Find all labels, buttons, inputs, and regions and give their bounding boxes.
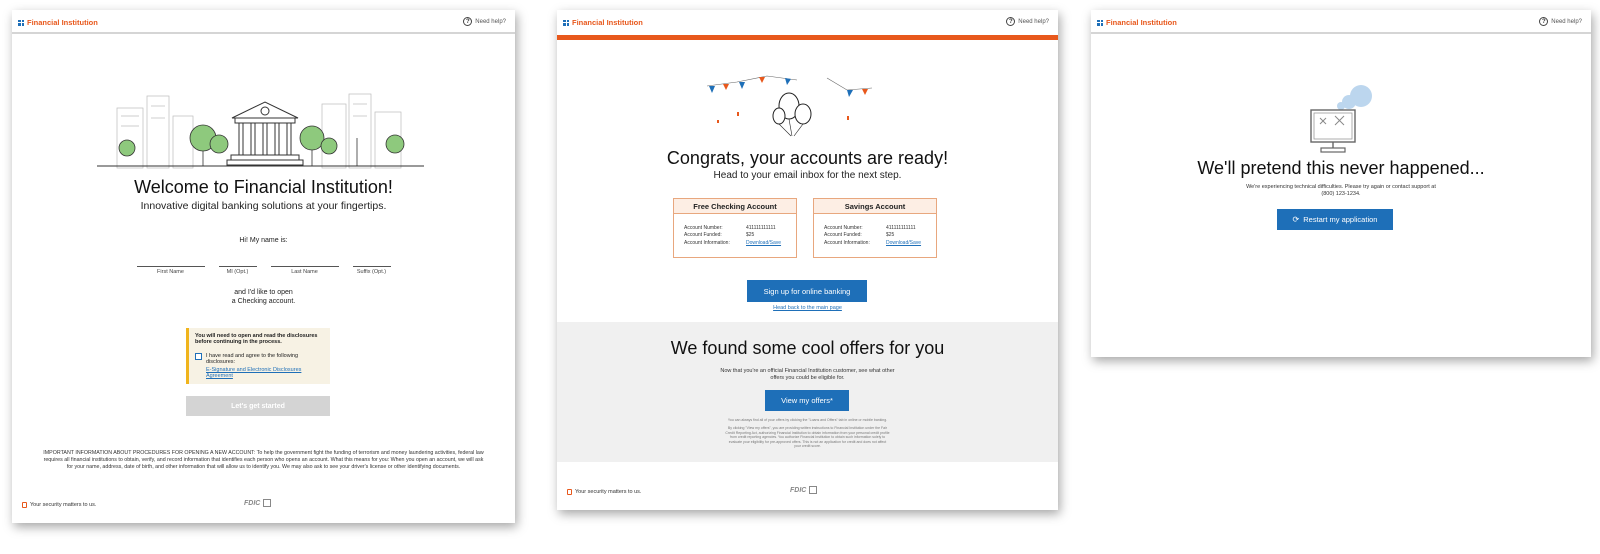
question-icon: ? xyxy=(463,17,473,26)
refresh-icon: ⟳ xyxy=(1292,215,1300,224)
account-number: 411111111111 xyxy=(886,225,916,231)
security-note: Your security matters to us. xyxy=(567,489,641,495)
error-screen: Financial Institution ? Need help? We'll… xyxy=(1091,10,1591,357)
open-line-2: a Checking account. xyxy=(231,298,296,305)
last-name-field[interactable]: Last Name xyxy=(270,255,339,275)
checking-account-card: Free Checking Account Account Number: 411… xyxy=(673,198,797,258)
congrats-subtitle: Head to your email inbox for the next st… xyxy=(713,170,902,181)
name-fields: First Name MI (Opt.) Last Name Suffix (O… xyxy=(12,255,515,275)
brand-logo[interactable]: Financial Institution xyxy=(563,18,643,27)
support-phone: (800) 123-1234. xyxy=(1321,191,1361,197)
offers-fine-print-2: By clicking "View my offers", you are pr… xyxy=(725,426,890,449)
disclosure-heading: You will need to open and read the discl… xyxy=(195,333,318,345)
offers-section: We found some cool offers for you Now th… xyxy=(557,322,1058,462)
account-funded: $25 xyxy=(886,232,895,239)
agree-checkbox[interactable] xyxy=(195,353,202,360)
security-text: Your security matters to us. xyxy=(30,502,97,508)
brand-name: Financial Institution xyxy=(1106,18,1177,27)
help-link[interactable]: ? Need help? xyxy=(463,17,506,26)
lock-icon xyxy=(22,502,27,508)
header: Financial Institution ? Need help? xyxy=(1091,10,1591,34)
restart-button-label: Restart my application xyxy=(1303,215,1378,224)
offers-title: We found some cool offers for you xyxy=(670,338,945,358)
security-note: Your security matters to us. xyxy=(22,502,96,508)
help-link[interactable]: ? Need help? xyxy=(1006,17,1049,26)
lock-icon xyxy=(567,489,572,495)
question-icon: ? xyxy=(1539,17,1549,26)
question-icon: ? xyxy=(1006,17,1016,26)
equal-housing-icon xyxy=(809,486,818,494)
fdic-logo: FDIC xyxy=(244,499,272,507)
fdic-logo: FDIC xyxy=(790,486,818,494)
brand-logo[interactable]: Financial Institution xyxy=(1097,18,1177,27)
help-label: Need help? xyxy=(475,18,506,25)
congrats-screen: Financial Institution ? Need help? Congr… xyxy=(557,10,1058,510)
help-label: Need help? xyxy=(1018,18,1049,25)
city-bank-illustration xyxy=(97,93,424,169)
view-offers-button[interactable]: View my offers* xyxy=(765,390,849,411)
fdic-text: FDIC xyxy=(790,486,807,494)
brand-name: Financial Institution xyxy=(572,18,643,27)
brand-logo[interactable]: Financial Institution xyxy=(18,18,98,27)
equal-housing-icon xyxy=(263,499,272,507)
middle-initial-field[interactable]: MI (Opt.) xyxy=(218,255,257,275)
account-funded-label: Account Funded: xyxy=(684,232,722,239)
offers-fine-print-1: You can always find all of your offers b… xyxy=(727,418,888,422)
balloons-celebration-illustration xyxy=(706,75,873,137)
account-card-title: Free Checking Account xyxy=(674,199,796,214)
header: Financial Institution ? Need help? xyxy=(12,10,515,34)
account-card-title: Savings Account xyxy=(814,199,936,214)
welcome-screen: Financial Institution ? Need help? Welco… xyxy=(12,10,515,523)
disclosure-link[interactable]: E-Signature and Electronic Disclosures A… xyxy=(206,367,324,379)
first-name-field[interactable]: First Name xyxy=(136,255,205,275)
security-text: Your security matters to us. xyxy=(575,489,642,495)
error-title: We'll pretend this never happened... xyxy=(1197,158,1485,178)
help-label: Need help? xyxy=(1551,18,1582,25)
disclosure-box: You will need to open and read the discl… xyxy=(186,328,330,384)
restart-button[interactable]: ⟳ Restart my application xyxy=(1277,209,1393,230)
signup-button[interactable]: Sign up for online banking xyxy=(747,280,867,302)
welcome-title: Welcome to Financial Institution! xyxy=(134,177,393,197)
important-info: IMPORTANT INFORMATION ABOUT PROCEDURES F… xyxy=(43,450,484,471)
footer: Your security matters to us. FDIC xyxy=(557,486,1058,500)
open-line-1: and I'd like to open xyxy=(234,289,293,296)
suffix-field[interactable]: Suffix (Opt.) xyxy=(352,255,391,275)
account-number: 411111111111 xyxy=(746,225,776,231)
back-link[interactable]: Head back to the main page xyxy=(557,305,1058,311)
download-link[interactable]: Download/Save xyxy=(886,240,926,247)
account-funded: $25 xyxy=(746,232,755,239)
start-button[interactable]: Let's get started xyxy=(186,396,330,416)
logo-grid-icon xyxy=(18,19,24,26)
broken-monitor-illustration xyxy=(1310,85,1372,153)
fdic-text: FDIC xyxy=(244,499,261,507)
account-number-label: Account Number: xyxy=(684,225,723,231)
footer: Your security matters to us. FDIC xyxy=(12,499,515,513)
logo-grid-icon xyxy=(1097,19,1103,26)
savings-account-card: Savings Account Account Number: 411111111… xyxy=(813,198,937,258)
download-link[interactable]: Download/Save xyxy=(746,240,786,247)
help-link[interactable]: ? Need help? xyxy=(1539,17,1582,26)
brand-name: Financial Institution xyxy=(27,18,98,27)
account-funded-label: Account Funded: xyxy=(824,232,862,239)
logo-grid-icon xyxy=(563,19,569,26)
agree-label: I have read and agree to the following d… xyxy=(206,353,299,365)
header: Financial Institution ? Need help? xyxy=(557,10,1058,40)
welcome-subtitle: Innovative digital banking solutions at … xyxy=(140,200,387,212)
name-intro: Hi! My name is: xyxy=(239,237,288,244)
account-info-label: Account Information: xyxy=(684,239,730,246)
account-info-label: Account Information: xyxy=(824,239,870,246)
congrats-title: Congrats, your accounts are ready! xyxy=(666,148,949,168)
offers-text: Now that you're an official Financial In… xyxy=(720,368,895,382)
account-number-label: Account Number: xyxy=(824,225,863,231)
